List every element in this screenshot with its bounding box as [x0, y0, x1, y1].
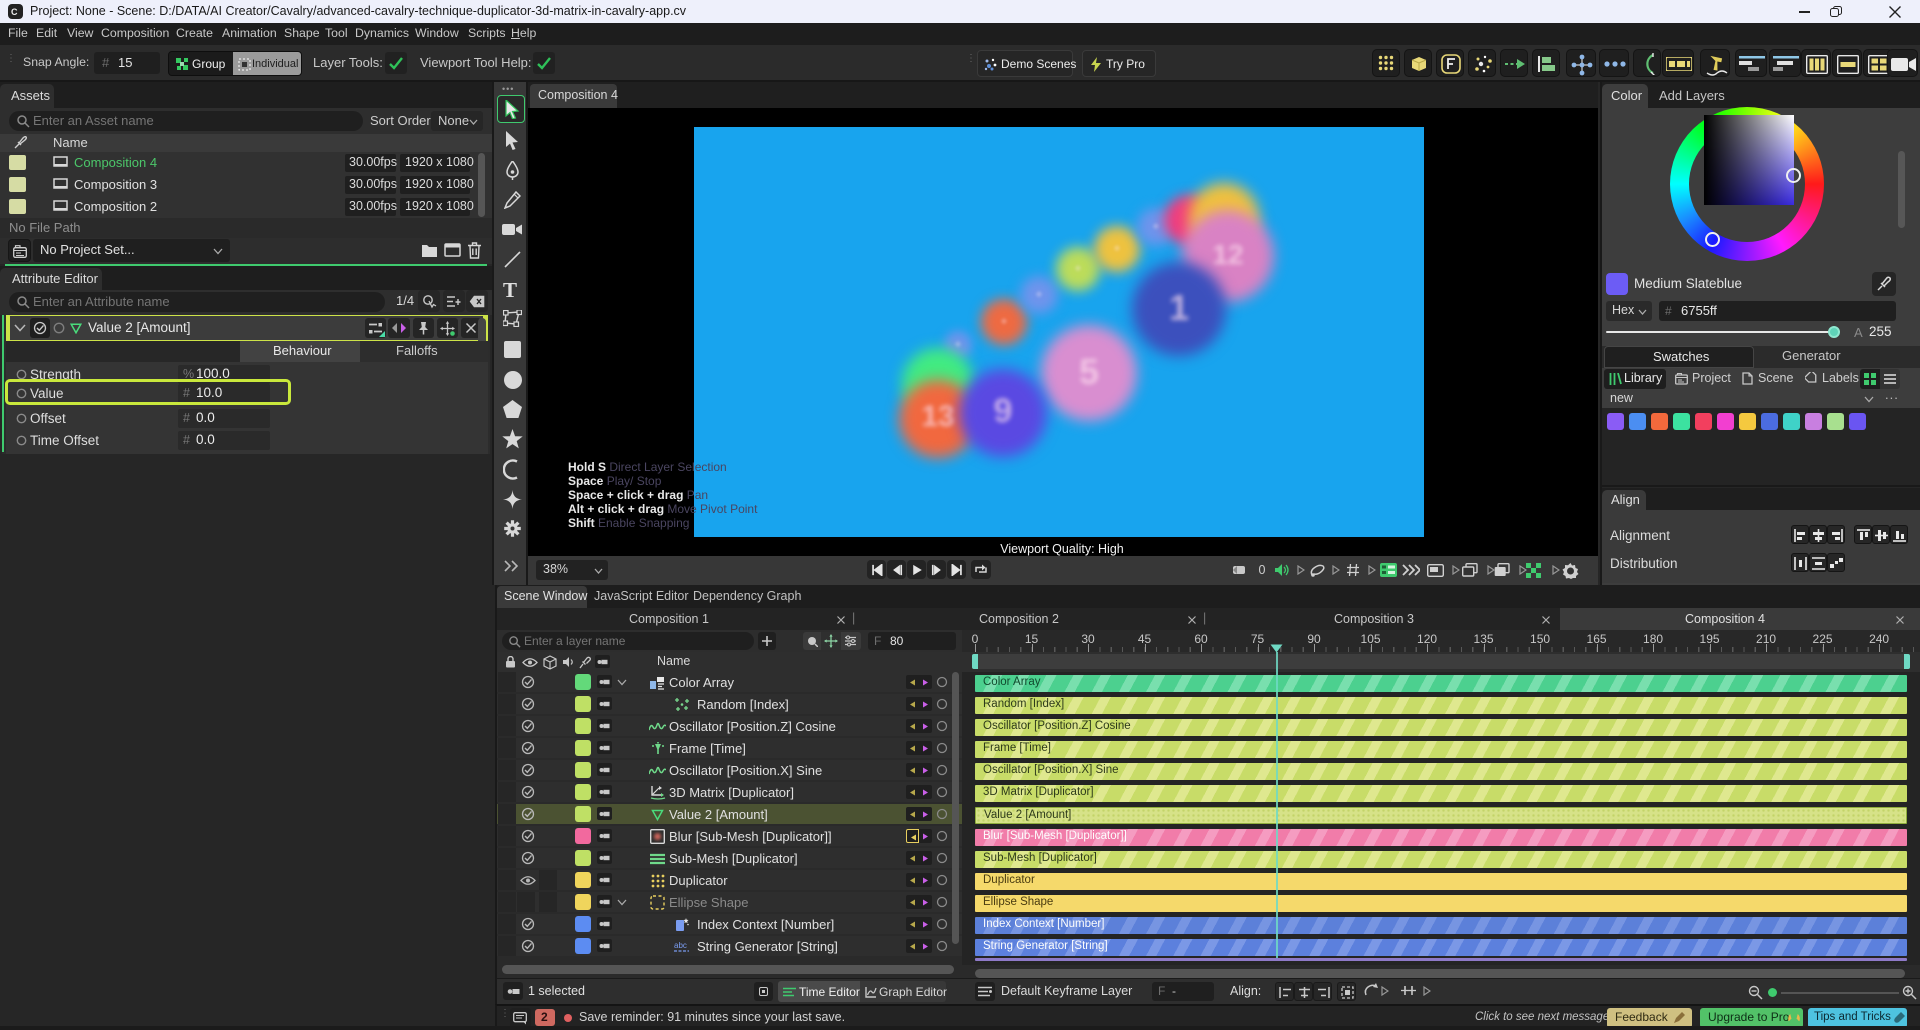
svg-text:abc: abc	[674, 941, 687, 950]
